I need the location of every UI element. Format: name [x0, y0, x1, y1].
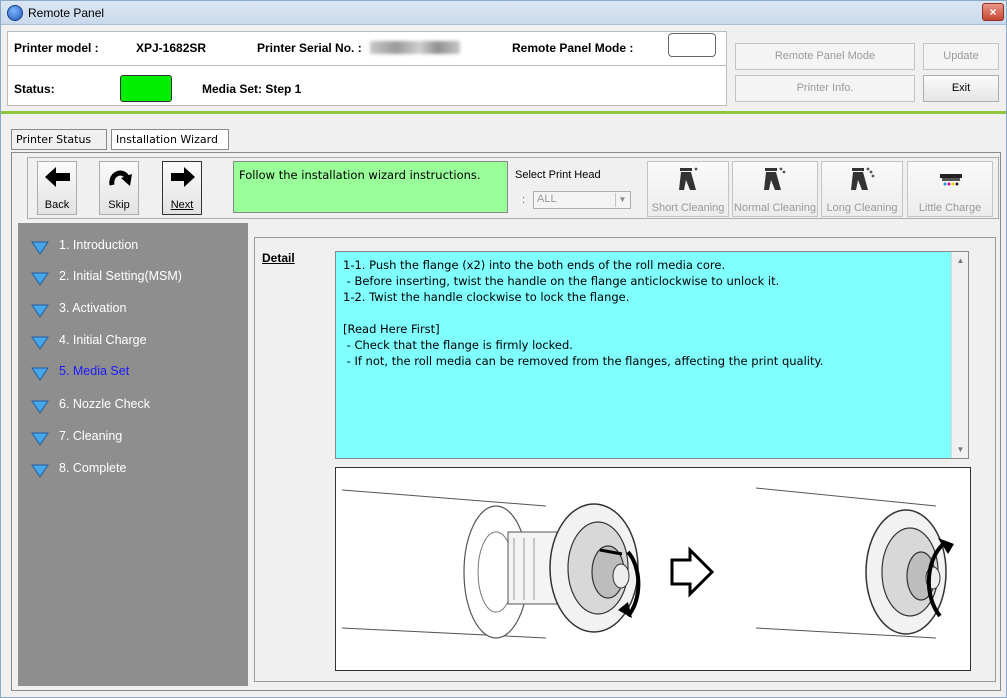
detail-line: - Check that the flange is firmly locked… — [343, 338, 573, 352]
chevron-down-icon: ▼ — [615, 193, 629, 207]
scroll-up-icon[interactable]: ▲ — [952, 256, 969, 265]
triangle-down-icon — [31, 400, 49, 414]
arrow-left-icon — [45, 167, 70, 187]
remote-mode-label: Remote Panel Mode : — [512, 41, 634, 55]
triangle-down-icon — [31, 432, 49, 446]
step-label: 4. Initial Charge — [59, 333, 147, 347]
detail-label: Detail — [262, 251, 295, 265]
skip-label: Skip — [108, 199, 130, 211]
detail-line: 1-2. Twist the handle clockwise to lock … — [343, 290, 630, 304]
exit-button[interactable]: Exit — [923, 75, 999, 102]
update-button[interactable]: Update — [923, 43, 999, 70]
remote-mode-indicator — [668, 33, 716, 57]
long-cleaning-button[interactable]: Long Cleaning — [821, 161, 903, 217]
redo-arrow-icon — [109, 170, 132, 186]
back-button[interactable]: Back — [37, 161, 77, 215]
normal-cleaning-button[interactable]: Normal Cleaning — [732, 161, 818, 217]
serial-label: Printer Serial No. : — [257, 41, 362, 55]
step-label: 2. Initial Setting(MSM) — [59, 269, 182, 283]
step-item-activation[interactable]: 3. Activation — [18, 299, 248, 321]
next-button[interactable]: Next — [162, 161, 202, 215]
back-label: Back — [44, 199, 70, 211]
short-cleaning-icon — [679, 167, 698, 190]
step-label: 5. Media Set — [59, 364, 130, 378]
title-bar: Remote Panel × — [1, 1, 1006, 25]
detail-text-area[interactable]: 1-1. Push the flange (x2) into the both … — [335, 251, 969, 459]
step-label: 7. Cleaning — [59, 429, 123, 443]
printer-info-header: Printer model : XPJ-1682SR Printer Seria… — [7, 31, 727, 106]
tab-installation-wizard[interactable]: Installation Wizard — [111, 129, 229, 150]
detail-line: 1-1. Push the flange (x2) into the both … — [343, 258, 726, 272]
detail-line: [Read Here First] — [343, 322, 440, 336]
printer-info-button[interactable]: Printer Info. — [735, 75, 915, 102]
triangle-down-icon — [31, 336, 49, 350]
triangle-down-icon — [31, 241, 49, 255]
triangle-down-icon — [31, 304, 49, 318]
triangle-down-icon — [31, 367, 49, 381]
flange-install-diagram — [341, 487, 954, 639]
step-item-cleaning[interactable]: 7. Cleaning — [18, 427, 248, 449]
detail-line: - If not, the roll media can be removed … — [343, 354, 824, 368]
little-charge-label: Little Charge — [918, 202, 982, 214]
normal-cleaning-label: Normal Cleaning — [734, 202, 816, 214]
long-cleaning-icon — [851, 167, 875, 190]
step-item-nozzle-check[interactable]: 6. Nozzle Check — [18, 395, 248, 417]
app-icon — [7, 5, 23, 21]
printer-model-label: Printer model : — [14, 41, 99, 55]
printer-model-value: XPJ-1682SR — [136, 41, 207, 55]
step-label: 1. Introduction — [59, 238, 139, 252]
arrow-right-icon — [171, 167, 195, 187]
short-cleaning-button[interactable]: Short Cleaning — [647, 161, 729, 217]
scroll-down-icon[interactable]: ▼ — [952, 445, 969, 454]
next-label: Next — [170, 199, 194, 211]
window-title: Remote Panel — [28, 6, 105, 20]
wizard-steps-sidebar: 1. Introduction 2. Initial Setting(MSM) … — [18, 223, 248, 686]
normal-cleaning-icon — [764, 167, 786, 190]
step-item-introduction[interactable]: 1. Introduction — [18, 236, 248, 258]
ink-charge-icon — [940, 174, 962, 186]
short-cleaning-label: Short Cleaning — [651, 202, 725, 214]
triangle-down-icon — [31, 272, 49, 286]
serial-number-redacted — [370, 41, 460, 54]
select-print-head-colon: : — [522, 194, 526, 206]
triangle-down-icon — [31, 464, 49, 478]
print-head-select-value: ALL — [537, 193, 557, 205]
step-item-initial-setting[interactable]: 2. Initial Setting(MSM) — [18, 267, 248, 289]
step-label: 8. Complete — [59, 461, 127, 475]
step-item-complete[interactable]: 8. Complete — [18, 459, 248, 481]
skip-button[interactable]: Skip — [99, 161, 139, 215]
status-indicator — [120, 75, 172, 102]
step-label: 6. Nozzle Check — [59, 397, 151, 411]
step-item-initial-charge[interactable]: 4. Initial Charge — [18, 331, 248, 353]
little-charge-button[interactable]: Little Charge — [907, 161, 993, 217]
print-head-select[interactable]: ALL ▼ — [533, 191, 631, 209]
remote-panel-window: Remote Panel × Printer model : XPJ-1682S… — [0, 0, 1007, 698]
close-button[interactable]: × — [982, 3, 1004, 21]
tab-printer-status[interactable]: Printer Status — [11, 129, 107, 150]
select-print-head-label: Select Print Head — [515, 169, 601, 181]
step-label: 3. Activation — [59, 301, 127, 315]
media-set-status: Media Set: Step 1 — [202, 82, 302, 96]
step-item-media-set[interactable]: 5. Media Set — [18, 362, 248, 384]
accent-divider — [1, 111, 1006, 114]
detail-line: - Before inserting, twist the handle on … — [343, 274, 780, 288]
remote-panel-mode-button[interactable]: Remote Panel Mode — [735, 43, 915, 70]
flange-illustration — [335, 467, 971, 671]
long-cleaning-label: Long Cleaning — [826, 202, 898, 214]
wizard-instruction: Follow the installation wizard instructi… — [233, 161, 508, 213]
detail-scrollbar[interactable]: ▲ ▼ — [951, 252, 968, 458]
status-label: Status: — [14, 82, 55, 96]
